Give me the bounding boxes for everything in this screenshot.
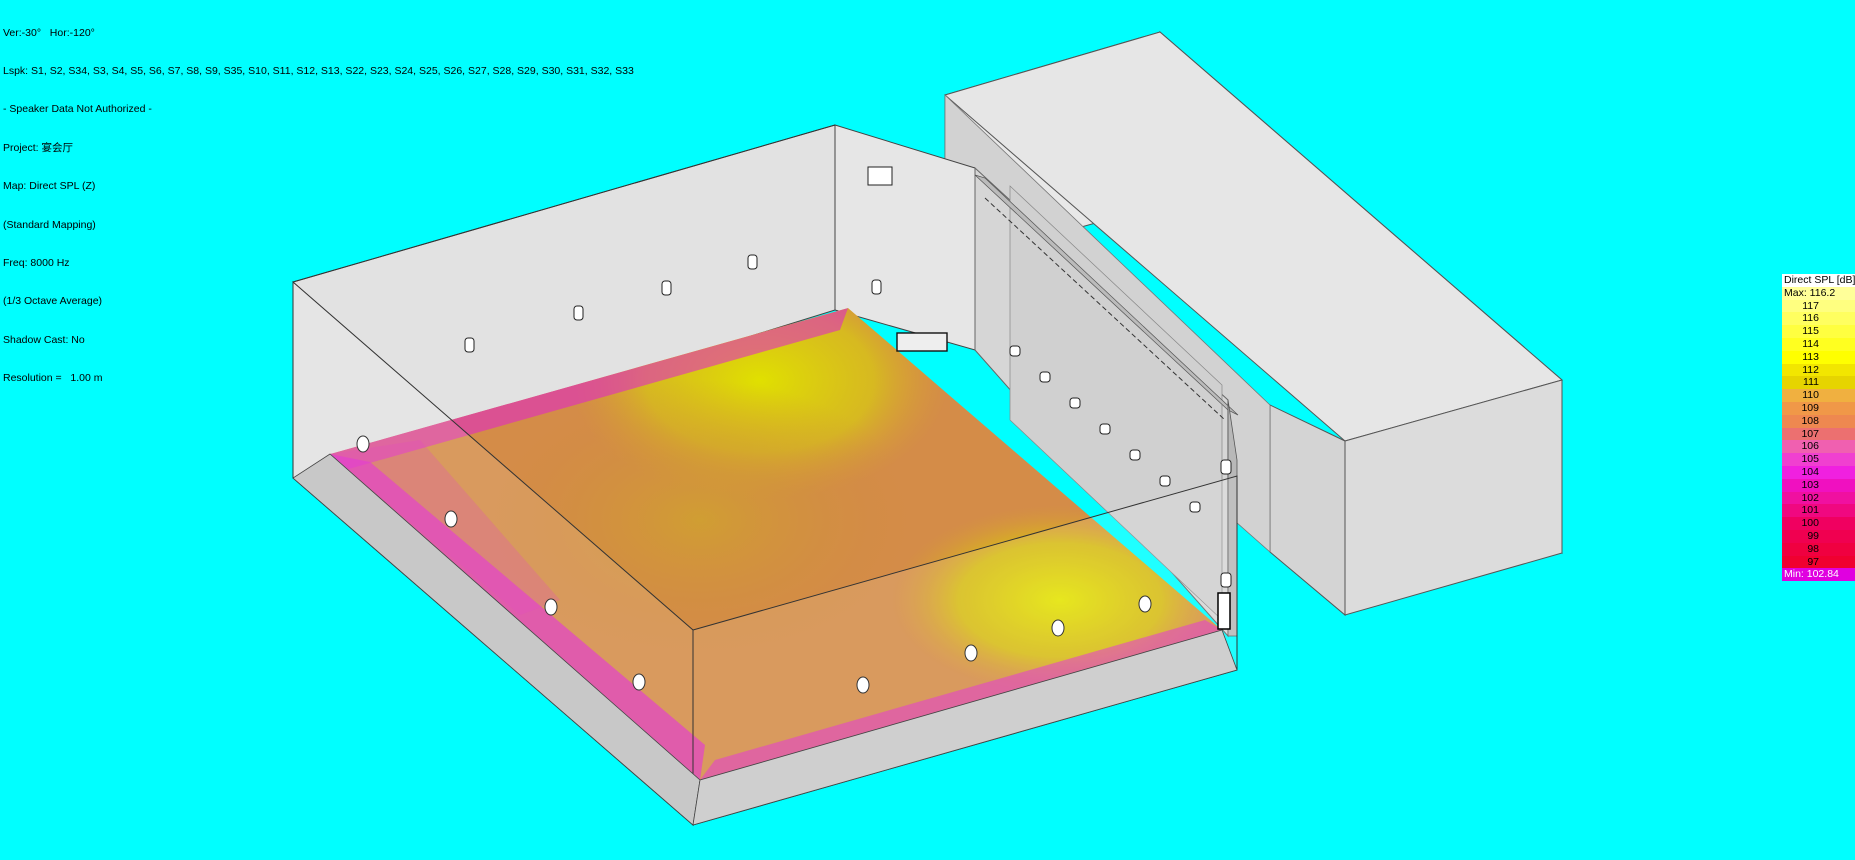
legend-step: 117 xyxy=(1782,299,1855,313)
legend-step: 97 xyxy=(1782,555,1855,569)
legend-step: 103 xyxy=(1782,478,1855,492)
speaker-icon xyxy=(871,279,882,295)
speaker-icon xyxy=(632,673,646,691)
legend-min-label: Min: 102.84 xyxy=(1782,568,1855,582)
speaker-icon xyxy=(1069,397,1081,409)
legend-step: 112 xyxy=(1782,363,1855,377)
legend-step: 115 xyxy=(1782,325,1855,338)
speaker-icon xyxy=(544,598,558,616)
speaker-icon xyxy=(464,337,475,353)
spl-legend: Direct SPL [dB] Max: 116.2 117 116 115 114 1… xyxy=(1782,274,1855,582)
legend-step-label: 111 xyxy=(1803,376,1819,389)
legend-step: 111 xyxy=(1782,376,1855,390)
room-3d-view[interactable] xyxy=(0,0,1855,860)
legend-step: 110 xyxy=(1782,389,1855,402)
legend-step-label: 106 xyxy=(1801,440,1819,453)
legend-max-label: Max: 116.2 xyxy=(1782,286,1855,300)
speaker-icon xyxy=(747,254,758,270)
speaker-icon xyxy=(573,305,584,321)
legend-step-label: 103 xyxy=(1801,478,1819,491)
legend-title: Direct SPL [dB] xyxy=(1782,274,1855,287)
speaker-array-icon xyxy=(1217,592,1231,630)
legend-step-label: 116 xyxy=(1802,312,1819,325)
speaker-icon xyxy=(1099,423,1111,435)
legend-step-label: 112 xyxy=(1802,363,1819,376)
speaker-icon xyxy=(964,644,978,662)
legend-step-label: 99 xyxy=(1807,529,1819,542)
speaker-icon xyxy=(1039,371,1051,383)
speaker-icon xyxy=(1138,595,1152,613)
legend-step: 108 xyxy=(1782,414,1855,428)
speaker-array-icon xyxy=(867,166,893,186)
speaker-icon xyxy=(856,676,870,694)
legend-step-label: 108 xyxy=(1801,414,1819,427)
legend-step: 114 xyxy=(1782,337,1855,351)
legend-step: 116 xyxy=(1782,312,1855,326)
legend-step-label: 97 xyxy=(1807,555,1819,568)
legend-step: 113 xyxy=(1782,350,1855,364)
legend-step: 98 xyxy=(1782,542,1855,556)
legend-scale: 117 116 115 114 113 112 111 110 109 108 107 106 105 1… xyxy=(1782,299,1855,569)
speaker-icon xyxy=(1220,459,1232,475)
speaker-icon xyxy=(1051,619,1065,637)
legend-step: 106 xyxy=(1782,440,1855,454)
legend-step-label: 102 xyxy=(1801,491,1819,504)
legend-step-label: 100 xyxy=(1801,517,1819,530)
legend-step: 100 xyxy=(1782,517,1855,530)
legend-step-label: 114 xyxy=(1802,337,1819,350)
legend-step: 99 xyxy=(1782,529,1855,543)
speaker-icon xyxy=(1009,345,1021,357)
speaker-icon xyxy=(1129,449,1141,461)
legend-step-label: 101 xyxy=(1801,504,1819,517)
legend-step: 107 xyxy=(1782,427,1855,441)
legend-step-label: 113 xyxy=(1802,350,1819,363)
legend-step-label: 98 xyxy=(1807,542,1819,555)
legend-step-label: 115 xyxy=(1802,325,1819,338)
legend-step-label: 109 xyxy=(1801,401,1819,414)
legend-step: 105 xyxy=(1782,453,1855,466)
legend-step: 101 xyxy=(1782,504,1855,518)
legend-step-label: 117 xyxy=(1802,299,1819,312)
legend-step: 102 xyxy=(1782,491,1855,505)
legend-step-label: 105 xyxy=(1801,453,1819,466)
legend-step-label: 104 xyxy=(1801,465,1819,478)
speaker-icon xyxy=(1159,475,1171,487)
speaker-icon xyxy=(1189,501,1201,513)
legend-step-label: 110 xyxy=(1802,389,1819,402)
speaker-icon xyxy=(444,510,458,528)
speaker-icon xyxy=(661,280,672,296)
legend-step-label: 107 xyxy=(1801,427,1819,440)
speaker-array-icon xyxy=(896,332,948,352)
legend-step: 109 xyxy=(1782,401,1855,415)
speaker-icon xyxy=(1220,572,1232,588)
legend-step: 104 xyxy=(1782,465,1855,479)
speaker-icon xyxy=(356,435,370,453)
